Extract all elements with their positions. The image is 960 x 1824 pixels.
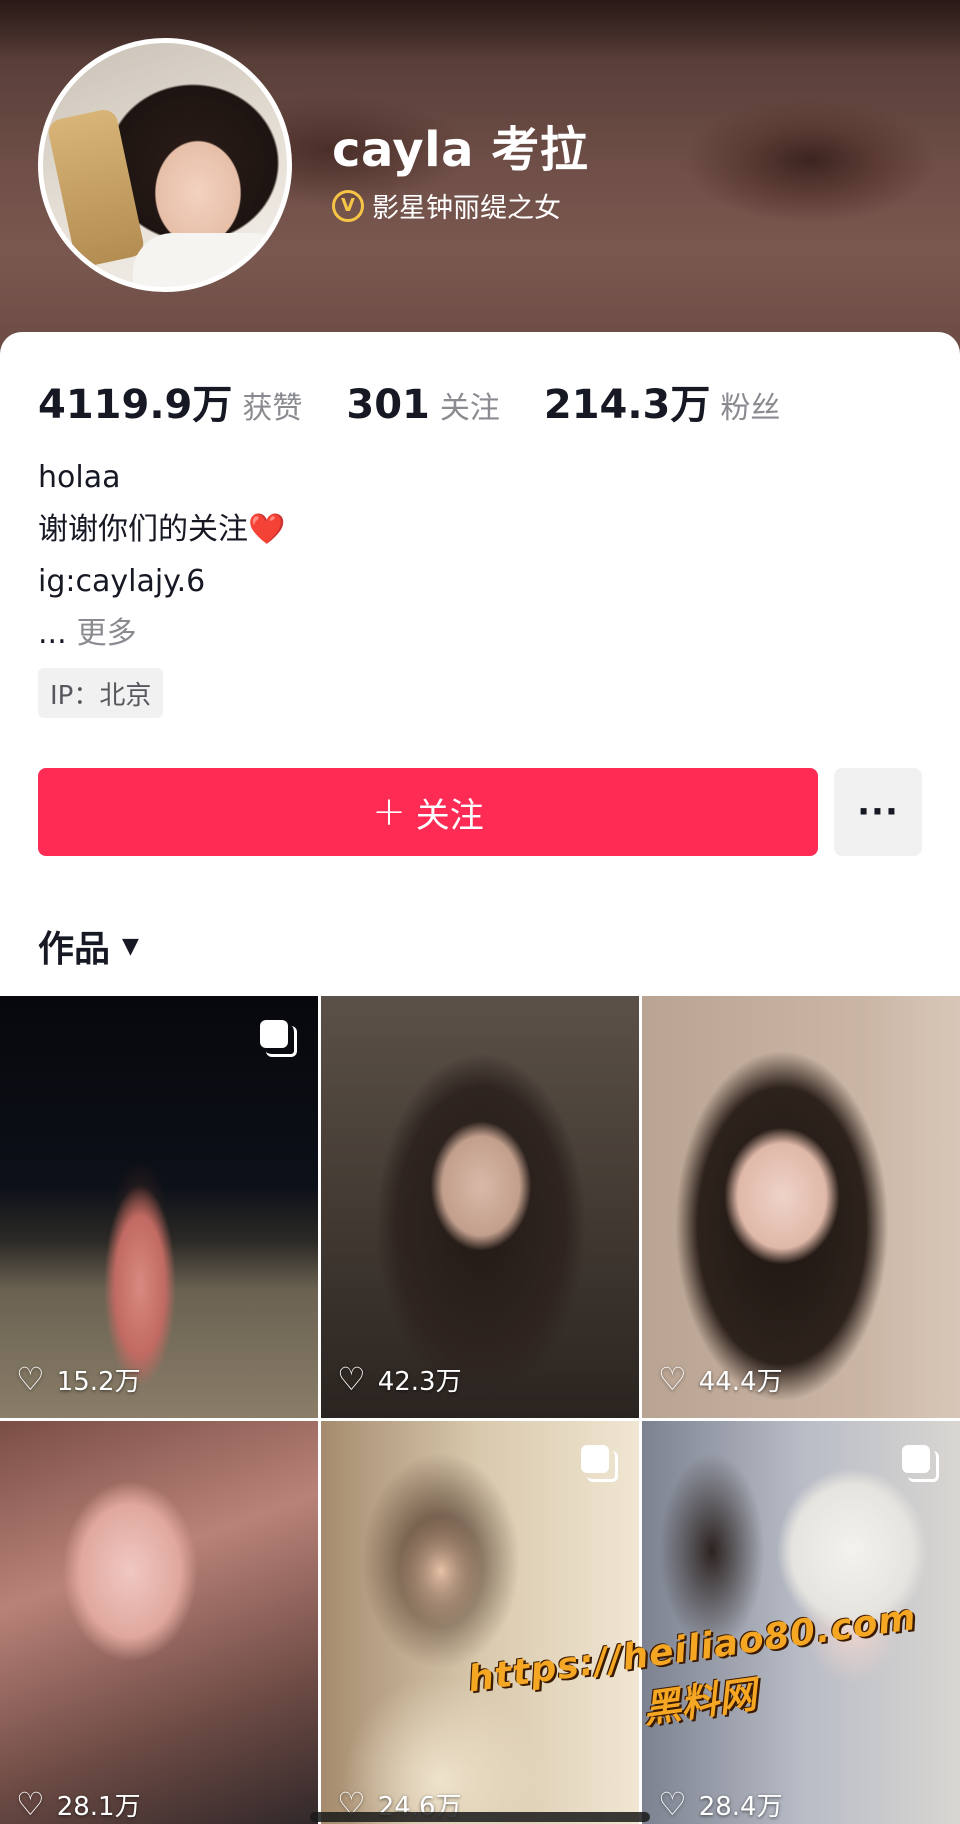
post-tile[interactable]: ♡ 42.3万 [321,996,639,1418]
stat-followers[interactable]: 214.3万 粉丝 [544,372,781,430]
tab-works[interactable]: 作品 ▼ [38,920,139,972]
multi-image-icon [581,1445,618,1482]
username: cayla 考拉 [332,122,589,178]
ip-location-tag: IP：北京 [38,668,164,718]
multi-image-icon [902,1445,939,1482]
tab-works-label: 作品 [38,929,111,970]
stat-followers-value: 214.3万 [543,382,711,428]
bio-line-3: ig:caylajy.6 [38,564,206,599]
post-tile[interactable]: ♡ 15.2万 [0,996,318,1418]
bio-ellipsis: ... [38,616,67,651]
profile-banner: cayla 考拉 V 影星钟丽缇之女 [0,0,960,360]
profile-card: 4119.9万 获赞 301 关注 214.3万 粉丝 holaa 谢谢你们的关… [0,332,960,1824]
post-tile[interactable]: ♡ 28.1万 [0,1421,318,1824]
heart-icon: ♡ [658,1360,687,1398]
avatar-phone-detail [46,107,146,269]
heart-icon: ♡ [16,1785,45,1823]
plus-icon: + [372,789,406,835]
home-indicator[interactable] [310,1812,650,1822]
stat-likes-value: 4119.9万 [38,382,233,428]
post-likes-count: 42.3万 [377,1366,462,1397]
bio-expand[interactable]: ... 更多 [38,608,285,660]
stat-following-value: 301 [346,382,430,428]
post-tile[interactable]: ♡ 24.6万 [321,1421,639,1824]
more-options-button[interactable]: ··· [834,768,922,856]
stat-followers-label: 粉丝 [720,391,781,426]
follow-button[interactable]: + 关注 [38,768,818,856]
post-likes: ♡ 15.2万 [16,1360,141,1398]
verification-badge: V 影星钟丽缇之女 [332,186,561,225]
bio: holaa 谢谢你们的关注❤️ ig:caylajy.6 ... 更多 [38,452,285,660]
bio-line-1: holaa [38,460,121,495]
verification-label: 影星钟丽缇之女 [372,193,561,224]
avatar-shirt-detail [133,233,287,287]
post-likes: ♡ 42.3万 [337,1360,462,1398]
post-likes: ♡ 44.4万 [658,1360,783,1398]
bio-line-2: 谢谢你们的关注❤️ [38,512,286,547]
stats-row: 4119.9万 获赞 301 关注 214.3万 粉丝 [38,372,824,430]
post-likes-count: 44.4万 [698,1366,783,1397]
stat-following[interactable]: 301 关注 [346,382,500,428]
post-likes: ♡ 28.1万 [16,1785,141,1823]
post-likes-count: 28.4万 [698,1791,783,1822]
stat-following-label: 关注 [439,391,500,426]
heart-icon: ♡ [658,1785,687,1823]
avatar[interactable] [38,38,292,292]
follow-button-label: 关注 [415,795,484,836]
verified-v-icon: V [332,189,364,222]
bio-more-link[interactable]: 更多 [77,616,137,651]
post-likes-count: 15.2万 [56,1366,141,1397]
post-tile[interactable]: ♡ 44.4万 [642,996,960,1418]
stat-likes[interactable]: 4119.9万 获赞 [38,372,302,430]
post-likes: ♡ 28.4万 [658,1785,783,1823]
dropdown-caret-icon: ▼ [122,933,139,959]
heart-icon: ♡ [337,1360,366,1398]
multi-image-icon [260,1020,297,1057]
stat-likes-label: 获赞 [242,391,303,426]
post-likes-count: 28.1万 [56,1791,141,1822]
heart-icon: ♡ [16,1360,45,1398]
